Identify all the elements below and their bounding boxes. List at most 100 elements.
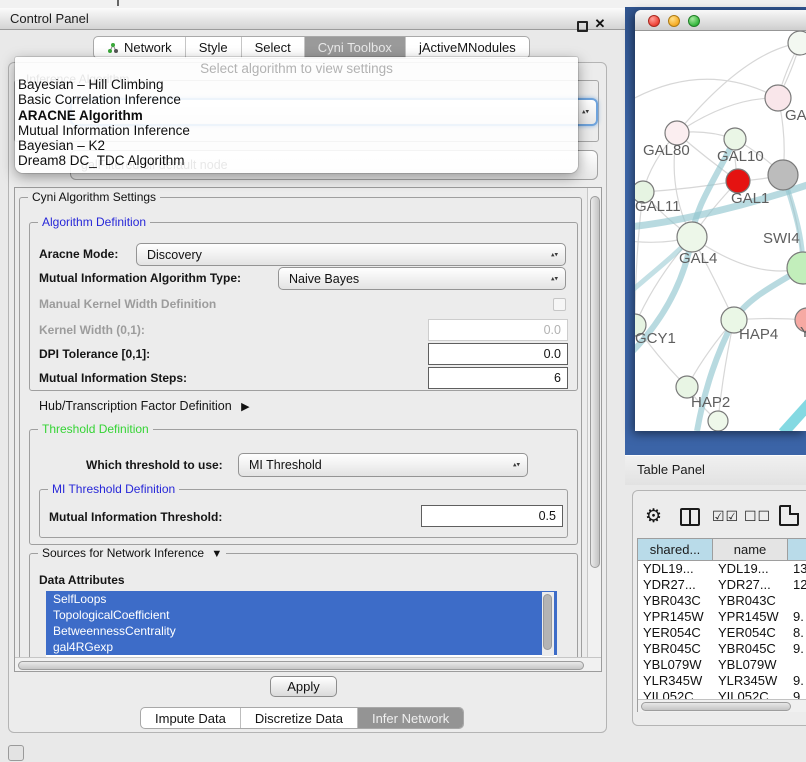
which-threshold-combo[interactable]: MI Threshold ▴▾ bbox=[238, 453, 528, 477]
algorithm-option-mutual-information-inference[interactable]: Mutual Information Inference bbox=[15, 123, 578, 138]
attributes-scrollbar-thumb[interactable] bbox=[543, 594, 552, 650]
network-window-titlebar[interactable] bbox=[635, 10, 806, 31]
mi-type-value: Naive Bayes bbox=[289, 272, 359, 286]
table-cell: YDR27... bbox=[713, 577, 788, 593]
table-header-row: shared...nameA bbox=[638, 539, 806, 561]
table-cell: YER054C bbox=[713, 625, 788, 641]
tab-select[interactable]: Select bbox=[241, 37, 304, 58]
document-icon[interactable] bbox=[779, 505, 799, 526]
network-canvas[interactable]: GALGAL80GAL10GAL1GAL11GAL4SWI4GCY1HAP4YH… bbox=[635, 31, 806, 431]
attribute-item-selfloops[interactable]: SelfLoops bbox=[46, 591, 557, 607]
algorithm-option-aracne-algorithm[interactable]: ARACNE Algorithm bbox=[15, 108, 578, 123]
select-all-columns-icon[interactable]: ☑☑ bbox=[712, 508, 739, 525]
stepper-arrows-icon: ▴▾ bbox=[551, 252, 558, 257]
table-row[interactable]: YDL19...YDL19...13 bbox=[638, 561, 806, 577]
attribute-item-gal4rgexp[interactable]: gal4RGexp bbox=[46, 639, 557, 655]
aracne-mode-combo[interactable]: Discovery ▴▾ bbox=[136, 243, 566, 266]
table-cell: YBR045C bbox=[713, 641, 788, 657]
settings-vscrollbar-thumb[interactable] bbox=[590, 196, 600, 568]
kernel-width-label: Kernel Width (0,1): bbox=[39, 323, 145, 337]
column-header-name[interactable]: name bbox=[713, 539, 788, 561]
data-attributes-list[interactable]: SelfLoopsTopologicalCoefficientBetweenne… bbox=[46, 591, 557, 657]
table-cell: YBR043C bbox=[638, 593, 713, 609]
kernel-width-field[interactable]: 0.0 bbox=[428, 319, 568, 341]
sources-legend[interactable]: Sources for Network Inference ▼ bbox=[38, 546, 226, 560]
node-label-gal10: GAL10 bbox=[717, 148, 764, 165]
apply-button[interactable]: Apply bbox=[270, 676, 337, 697]
tab-label: Style bbox=[199, 40, 228, 55]
tab-cyni-toolbox[interactable]: Cyni Toolbox bbox=[304, 37, 405, 58]
attribute-item-topologicalcoefficient[interactable]: TopologicalCoefficient bbox=[46, 607, 557, 623]
tab-infer-network[interactable]: Infer Network bbox=[357, 708, 463, 728]
tab-impute-data[interactable]: Impute Data bbox=[141, 708, 240, 728]
algorithm-option-dream8-dc-tdc-algorithm[interactable]: Dream8 DC_TDC Algorithm bbox=[15, 153, 578, 168]
table-row[interactable]: YBR043CYBR043C bbox=[638, 593, 806, 609]
table-row[interactable]: YPR145WYPR145W9. bbox=[638, 609, 806, 625]
node-label-gal1: GAL1 bbox=[731, 190, 769, 207]
table-cell: YBR045C bbox=[638, 641, 713, 657]
network-node[interactable] bbox=[708, 411, 728, 431]
algorithm-option-bayesian-hill-climbing[interactable]: Bayesian – Hill Climbing bbox=[15, 77, 578, 92]
attributes-scrollbar[interactable] bbox=[542, 592, 554, 656]
aracne-mode-value: Discovery bbox=[147, 248, 202, 262]
settings-horizontal-scrollbar[interactable] bbox=[15, 657, 601, 672]
bottom-tabbar: Impute DataDiscretize DataInfer Network bbox=[140, 707, 464, 729]
gear-icon[interactable]: ⚙ bbox=[645, 505, 662, 529]
mi-threshold-field[interactable]: 0.5 bbox=[421, 505, 563, 527]
table-row[interactable]: YLR345WYLR345W9. bbox=[638, 673, 806, 689]
tab-jactivemnodules[interactable]: jActiveMNodules bbox=[405, 37, 529, 58]
table-hscrollbar-thumb[interactable] bbox=[641, 702, 791, 711]
table-cell: YBL079W bbox=[713, 657, 788, 673]
mac-close-button[interactable] bbox=[648, 15, 660, 27]
column-header-a[interactable]: A bbox=[788, 539, 806, 561]
control-panel-tabbar: Network Style SelectCyni ToolboxjActiveMNo… bbox=[93, 36, 530, 59]
tab-discretize-data[interactable]: Discretize Data bbox=[240, 708, 357, 728]
algorithm-option-basic-correlation-inference[interactable]: Basic Correlation Inference bbox=[15, 92, 578, 107]
tab-network[interactable]: Network bbox=[94, 37, 185, 58]
column-header-shared[interactable]: shared... bbox=[638, 539, 713, 561]
table-row[interactable]: YBR045CYBR045C9. bbox=[638, 641, 806, 657]
aracne-mode-label: Aracne Mode: bbox=[39, 247, 118, 261]
table-row[interactable]: YBL079WYBL079W bbox=[638, 657, 806, 673]
network-node[interactable] bbox=[768, 160, 798, 190]
algorithm-option-bayesian-k2[interactable]: Bayesian – K2 bbox=[15, 138, 578, 153]
mac-minimize-button[interactable] bbox=[668, 15, 680, 27]
node-table[interactable]: shared...nameA YDL19...YDL19...13YDR27..… bbox=[637, 538, 806, 712]
settings-vertical-scrollbar[interactable] bbox=[587, 188, 601, 657]
attribute-item-betweennesscentrality[interactable]: BetweennessCentrality bbox=[46, 623, 557, 639]
dpi-tolerance-field[interactable]: 0.0 bbox=[428, 343, 568, 365]
float-window-icon[interactable] bbox=[577, 21, 588, 32]
dpi-tolerance-label: DPI Tolerance [0,1]: bbox=[39, 347, 150, 361]
manual-kernel-checkbox[interactable] bbox=[553, 298, 566, 311]
close-icon[interactable]: ✕ bbox=[593, 16, 607, 32]
stepper-arrows-icon: ▴▾ bbox=[551, 276, 558, 281]
stepper-arrows-icon: ▴▾ bbox=[582, 110, 589, 115]
network-node[interactable] bbox=[677, 222, 707, 252]
network-node[interactable] bbox=[788, 31, 806, 55]
table-cell: YBR043C bbox=[713, 593, 788, 609]
table-cell: YDL19... bbox=[713, 561, 788, 577]
mac-zoom-button[interactable] bbox=[688, 15, 700, 27]
deselect-all-columns-icon[interactable]: ☐☐ bbox=[744, 508, 771, 525]
table-cell bbox=[788, 657, 806, 673]
mi-type-combo[interactable]: Naive Bayes ▴▾ bbox=[278, 267, 566, 290]
hub-definition-toggle[interactable]: Hub/Transcription Factor Definition ▶ bbox=[39, 399, 250, 413]
node-label-gcy1: GCY1 bbox=[635, 330, 676, 347]
dropdown-prompt: Select algorithm to view settings bbox=[15, 57, 578, 77]
network-node[interactable] bbox=[724, 128, 746, 150]
network-edge bbox=[643, 181, 738, 192]
tab-style[interactable]: Style bbox=[185, 37, 241, 58]
settings-hscrollbar-thumb[interactable] bbox=[18, 661, 584, 670]
collapsed-panel-icon[interactable] bbox=[8, 745, 24, 761]
table-row[interactable]: YDR27...YDR27...12 bbox=[638, 577, 806, 593]
table-cell: 9. bbox=[788, 641, 806, 657]
table-row[interactable]: YER054CYER054C8. bbox=[638, 625, 806, 641]
mi-steps-field[interactable]: 6 bbox=[428, 367, 568, 389]
split-pane-icon[interactable] bbox=[680, 508, 700, 526]
cursor-artifact bbox=[117, 0, 119, 6]
node-label-gal80: GAL80 bbox=[643, 142, 690, 159]
table-cell: YPR145W bbox=[638, 609, 713, 625]
node-label-gal4: GAL4 bbox=[679, 250, 717, 267]
control-panel-titlebar: Control Panel ✕ bbox=[0, 8, 625, 30]
table-horizontal-scrollbar[interactable] bbox=[638, 699, 806, 712]
